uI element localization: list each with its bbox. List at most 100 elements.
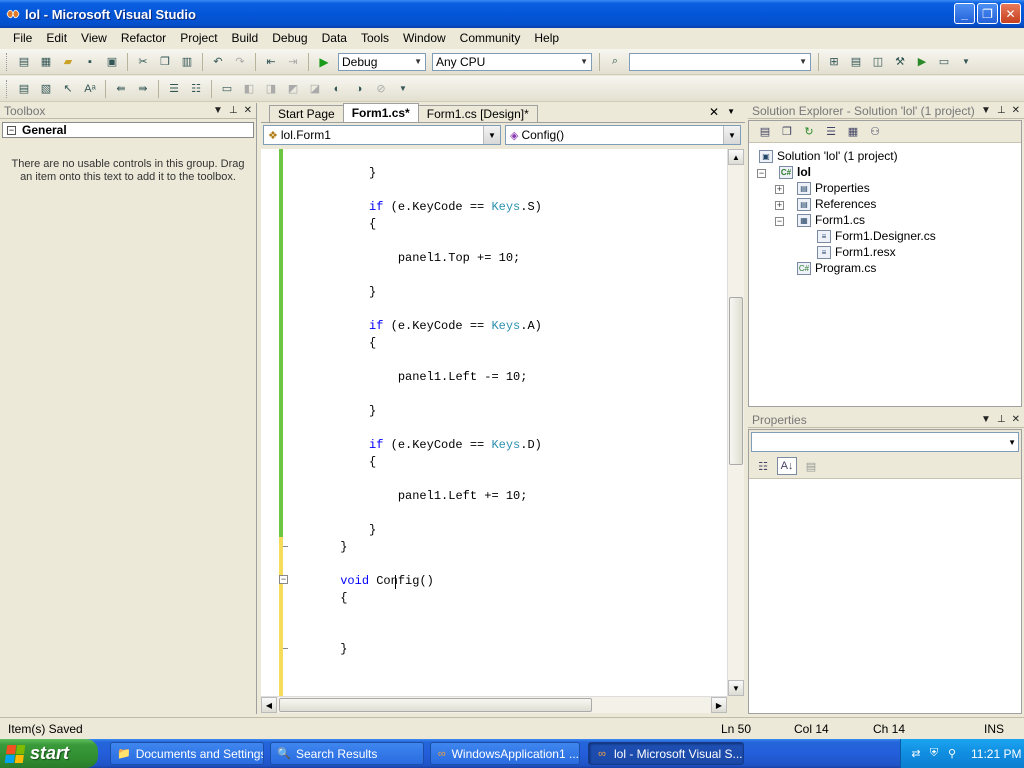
next-bookmark-document-icon[interactable]: ◑: [349, 80, 369, 98]
add-item-icon[interactable]: ▦: [36, 53, 56, 71]
quick-info-icon[interactable]: ↖: [58, 80, 78, 98]
complete-word-icon[interactable]: Aᵃ: [80, 80, 100, 98]
new-project-icon[interactable]: ▤: [14, 53, 34, 71]
properties-icon[interactable]: ▤: [755, 123, 775, 141]
toolbar-grip[interactable]: [6, 79, 9, 98]
toolbox-icon[interactable]: ⚒: [890, 53, 910, 71]
auto-hide-pin-icon[interactable]: ⊥: [997, 414, 1006, 425]
solution-configuration-select[interactable]: Debug ▼: [338, 52, 426, 71]
toolbar-options-icon[interactable]: ▼: [956, 53, 976, 71]
menu-window[interactable]: Window: [396, 31, 453, 45]
vertical-scrollbar[interactable]: ▲ ▼: [727, 149, 744, 696]
taskbar-item-windowsapplication1[interactable]: ∞ WindowsApplication1 ...: [430, 742, 580, 765]
comment-lines-icon[interactable]: ☰: [164, 80, 184, 98]
refresh-icon[interactable]: ↻: [799, 123, 819, 141]
save-all-icon[interactable]: ▣: [102, 53, 122, 71]
window-position-icon[interactable]: ▼: [981, 105, 991, 116]
property-grid[interactable]: [749, 478, 1021, 713]
paste-icon[interactable]: ▥: [177, 53, 197, 71]
tree-item-references[interactable]: ▤ References: [797, 197, 876, 211]
close-document-icon[interactable]: ✕: [709, 105, 719, 119]
tab-start-page[interactable]: Start Page: [269, 105, 344, 122]
clock[interactable]: 11:21 PM: [971, 747, 1021, 761]
solution-platform-select[interactable]: Any CPU ▼: [432, 52, 592, 71]
tree-item-solution[interactable]: ▣ Solution 'lol' (1 project): [759, 149, 898, 163]
copy-icon[interactable]: ❐: [155, 53, 175, 71]
menu-data[interactable]: Data: [315, 31, 354, 45]
collapse-outline-icon[interactable]: −: [279, 575, 288, 584]
network-icon[interactable]: ⇄: [909, 747, 923, 761]
start-button[interactable]: start: [0, 739, 98, 768]
active-files-dropdown-icon[interactable]: ▼: [727, 107, 735, 116]
solution-explorer-icon[interactable]: ⊞: [824, 53, 844, 71]
previous-bookmark-folder-icon[interactable]: ◩: [283, 80, 303, 98]
object-browser-icon[interactable]: ◫: [868, 53, 888, 71]
menu-debug[interactable]: Debug: [265, 31, 314, 45]
menu-project[interactable]: Project: [173, 31, 224, 45]
open-file-icon[interactable]: ▰: [58, 53, 78, 71]
tree-item-properties[interactable]: ▤ Properties: [797, 181, 870, 195]
menu-build[interactable]: Build: [225, 31, 266, 45]
maximize-button[interactable]: ❐: [977, 3, 998, 24]
view-code-icon[interactable]: ☰: [821, 123, 841, 141]
object-select[interactable]: ▼: [751, 432, 1019, 452]
start-debugging-icon[interactable]: ▶: [314, 53, 334, 71]
close-icon[interactable]: ✕: [244, 105, 252, 116]
auto-hide-pin-icon[interactable]: ⊥: [229, 105, 238, 116]
tree-item-program-cs[interactable]: C# Program.cs: [797, 261, 876, 275]
vertical-scroll-thumb[interactable]: [729, 297, 743, 465]
clear-bookmarks-icon[interactable]: ⊘: [371, 80, 391, 98]
scroll-down-icon[interactable]: ▼: [728, 680, 744, 696]
alphabetical-icon[interactable]: A↓: [777, 457, 797, 475]
menu-community[interactable]: Community: [453, 31, 528, 45]
chevron-down-icon[interactable]: ▼: [1008, 438, 1016, 447]
redo-icon[interactable]: ↷: [230, 53, 250, 71]
menu-refactor[interactable]: Refactor: [114, 31, 173, 45]
solution-explorer-header[interactable]: Solution Explorer - Solution 'lol' (1 pr…: [748, 103, 1024, 119]
expand-node-icon[interactable]: +: [775, 201, 784, 210]
chevron-down-icon[interactable]: ▼: [723, 126, 740, 144]
search-icon[interactable]: ⚲: [945, 747, 959, 761]
collapse-node-icon[interactable]: −: [775, 217, 784, 226]
start-page-icon[interactable]: ▶: [912, 53, 932, 71]
view-class-diagram-icon[interactable]: ⚇: [865, 123, 885, 141]
expand-node-icon[interactable]: +: [775, 185, 784, 194]
decrease-indent-icon[interactable]: ⇚: [111, 80, 131, 98]
navigate-forward-icon[interactable]: ⇥: [283, 53, 303, 71]
categorized-icon[interactable]: ☷: [753, 457, 773, 475]
toolbox-group-general[interactable]: − General: [2, 122, 254, 138]
object-member-list-icon[interactable]: ▤: [14, 80, 34, 98]
previous-bookmark-document-icon[interactable]: ◐: [327, 80, 347, 98]
tree-item-form1-designer[interactable]: ≡ Form1.Designer.cs: [817, 229, 936, 243]
navigate-backward-icon[interactable]: ⇤: [261, 53, 281, 71]
menu-tools[interactable]: Tools: [354, 31, 396, 45]
properties-header[interactable]: Properties ▼ ⊥ ✕: [748, 412, 1024, 428]
next-bookmark-icon[interactable]: ◨: [261, 80, 281, 98]
window-position-icon[interactable]: ▼: [981, 414, 991, 425]
code-text-area[interactable]: − } if (e.KeyCode == Keys.S) { panel1.To…: [261, 149, 727, 696]
minimize-button[interactable]: _: [954, 3, 975, 24]
horizontal-scrollbar[interactable]: ◀ ▶: [261, 696, 727, 713]
toggle-bookmark-icon[interactable]: ▭: [217, 80, 237, 98]
parameter-info-icon[interactable]: ▧: [36, 80, 56, 98]
show-all-files-icon[interactable]: ❐: [777, 123, 797, 141]
chevron-down-icon[interactable]: ▼: [483, 126, 500, 144]
window-position-icon[interactable]: ▼: [213, 105, 223, 116]
next-bookmark-folder-icon[interactable]: ◪: [305, 80, 325, 98]
types-combo[interactable]: ❖ lol.Form1 ▼: [263, 125, 501, 145]
property-pages-icon[interactable]: ▤: [801, 457, 821, 475]
toolbox-header[interactable]: Toolbox ▼ ⊥ ✕: [0, 103, 256, 119]
menu-file[interactable]: File: [6, 31, 39, 45]
scroll-left-icon[interactable]: ◀: [261, 697, 277, 713]
collapse-node-icon[interactable]: −: [757, 169, 766, 178]
toolbar-grip[interactable]: [6, 52, 9, 71]
scroll-up-icon[interactable]: ▲: [728, 149, 744, 165]
menu-edit[interactable]: Edit: [39, 31, 74, 45]
uncomment-lines-icon[interactable]: ☷: [186, 80, 206, 98]
save-icon[interactable]: ▪: [80, 53, 100, 71]
tree-item-form1-resx[interactable]: ≡ Form1.resx: [817, 245, 896, 259]
tab-form1-design[interactable]: Form1.cs [Design]*: [417, 105, 538, 122]
taskbar-item-search-results[interactable]: 🔍 Search Results: [270, 742, 424, 765]
selection-margin[interactable]: [261, 149, 281, 696]
title-bar[interactable]: lol - Microsoft Visual Studio _ ❐ ✕: [0, 0, 1024, 28]
